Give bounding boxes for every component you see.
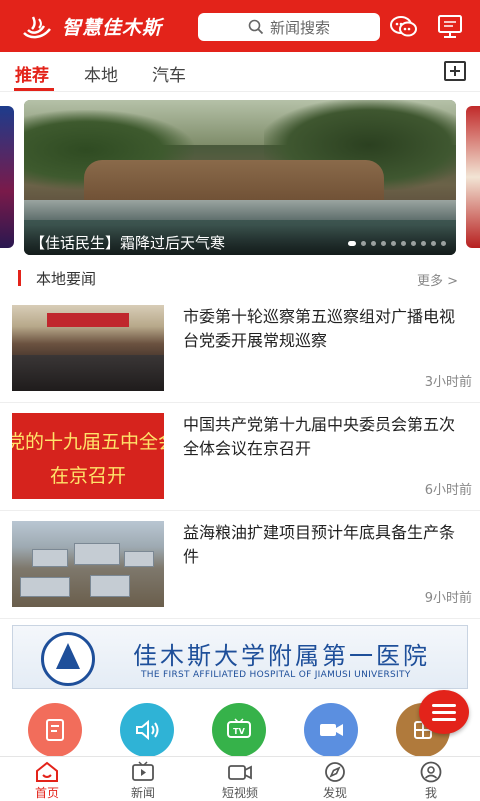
video-icon [228, 765, 252, 780]
bottom-navigation: 首页 新闻 短视频 发现 我 [0, 756, 480, 800]
app-name: 智慧佳木斯 [62, 16, 163, 39]
svg-text:TV: TV [233, 727, 245, 736]
app-header: 智慧佳木斯 新闻搜索 [0, 0, 480, 52]
search-placeholder: 新闻搜索 [269, 18, 330, 37]
shortcut-bar: TV [0, 700, 480, 757]
ad-title-cn: 佳木斯大学附属第一医院 [133, 642, 430, 670]
news-item[interactable]: 市委第十轮巡察第五巡察组对广播电视台党委开展常规巡察 3小时前 [0, 295, 480, 403]
ad-title-en: THE FIRST AFFILIATED HOSPITAL OF JIAMUSI… [141, 670, 411, 680]
news-thumbnail [12, 521, 164, 607]
carousel-dot[interactable] [411, 241, 416, 246]
banner-carousel[interactable]: 【佳话民生】霜降过后天气寒 [0, 100, 480, 255]
news-time: 9小时前 [424, 591, 472, 606]
nav-label: 发现 [322, 786, 347, 800]
nav-discover[interactable]: 发现 [300, 759, 370, 801]
tab-local[interactable]: 本地 [84, 61, 118, 86]
more-link[interactable]: 更多 > [417, 270, 458, 289]
tab-auto[interactable]: 汽车 [152, 61, 186, 86]
app-logo[interactable]: 智慧佳木斯 [20, 13, 180, 40]
news-tv-icon [132, 761, 154, 781]
carousel-dot[interactable] [441, 241, 446, 246]
user-icon [420, 761, 442, 783]
section-accent-bar [18, 270, 21, 286]
carousel-next-slide[interactable] [466, 106, 480, 248]
category-tabs: 推荐 本地 汽车 [0, 52, 480, 92]
video-camera-icon[interactable] [304, 703, 358, 757]
carousel-dot[interactable] [361, 241, 366, 246]
slide-caption: 【佳话民生】霜降过后天气寒 [24, 225, 456, 255]
floating-menu-button[interactable] [419, 690, 469, 734]
nav-label: 我 [424, 786, 437, 800]
carousel-dot[interactable] [401, 241, 406, 246]
carousel-prev-slide[interactable] [0, 106, 14, 248]
section-title: 本地要闻 [36, 270, 97, 288]
document-icon[interactable] [28, 703, 82, 757]
hospital-emblem-icon [41, 632, 95, 686]
carousel-dot[interactable] [371, 241, 376, 246]
tab-recommend[interactable]: 推荐 [15, 61, 49, 86]
nav-short-video[interactable]: 短视频 [205, 759, 275, 801]
carousel-dots [348, 241, 446, 246]
carousel-dot[interactable] [381, 241, 386, 246]
thumbnail-text-line1: 党的十九届五中全会 [12, 431, 164, 453]
nav-home[interactable]: 首页 [12, 759, 82, 801]
news-item[interactable]: 益海粮油扩建项目预计年底具备生产条件 9小时前 [0, 511, 480, 619]
news-item[interactable]: 党的十九届五中全会 在京召开 中国共产党第十九届中央委员会第五次全体会议在京召开… [0, 403, 480, 511]
carousel-slide[interactable]: 【佳话民生】霜降过后天气寒 [24, 100, 456, 255]
news-title: 市委第十轮巡察第五巡察组对广播电视台党委开展常规巡察 [183, 307, 456, 350]
compass-icon [325, 762, 345, 782]
nav-label: 首页 [34, 786, 59, 800]
news-title: 中国共产党第十九届中央委员会第五次全体会议在京召开 [183, 415, 456, 458]
news-thumbnail: 党的十九届五中全会 在京召开 [12, 413, 164, 499]
search-icon [248, 19, 264, 35]
logo-icon [23, 16, 51, 39]
carousel-dot[interactable] [421, 241, 426, 246]
nav-label: 新闻 [130, 786, 155, 800]
news-time: 6小时前 [424, 483, 472, 498]
news-title: 益海粮油扩建项目预计年底具备生产条件 [183, 523, 456, 566]
thumbnail-text-line2: 在京召开 [49, 465, 126, 487]
tv-icon[interactable] [436, 14, 464, 40]
hospital-ad-banner[interactable]: 佳木斯大学附属第一医院 THE FIRST AFFILIATED HOSPITA… [12, 625, 468, 689]
tv-icon[interactable]: TV [212, 703, 266, 757]
nav-me[interactable]: 我 [396, 759, 466, 801]
carousel-dot[interactable] [348, 241, 356, 246]
home-icon [36, 761, 58, 782]
news-time: 3小时前 [424, 375, 472, 390]
search-bar[interactable]: 新闻搜索 [198, 13, 380, 41]
carousel-dot[interactable] [391, 241, 396, 246]
speaker-icon[interactable] [120, 703, 174, 757]
nav-label: 短视频 [221, 786, 258, 800]
add-channel-icon[interactable] [444, 61, 466, 81]
news-thumbnail [12, 305, 164, 391]
active-tab-indicator [14, 88, 54, 91]
nav-news[interactable]: 新闻 [108, 759, 178, 801]
chat-icon[interactable] [390, 14, 418, 40]
carousel-dot[interactable] [431, 241, 436, 246]
local-news-header: 本地要闻 更多 > [0, 262, 480, 294]
